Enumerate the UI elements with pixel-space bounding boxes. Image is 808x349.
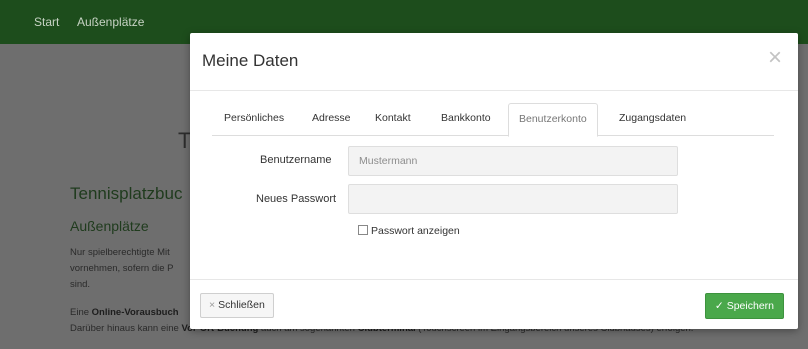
nav-start-link[interactable]: Start — [34, 15, 59, 29]
tab-bar: Persönliches Adresse Kontakt Bankkonto B… — [212, 103, 774, 137]
paragraph-line: Nur spielberechtigte Mit — [70, 247, 170, 258]
new-password-label: Neues Passwort — [256, 193, 337, 205]
dialog-header: Meine Daten × — [190, 33, 798, 91]
show-password-checkbox[interactable] — [358, 225, 368, 235]
tab-bank-account[interactable]: Bankkonto — [441, 112, 491, 124]
dialog-title: Meine Daten — [202, 51, 299, 70]
page-subtitle: Außenplätze — [70, 218, 149, 234]
tab-access-data[interactable]: Zugangsdaten — [619, 112, 686, 124]
my-data-dialog: Meine Daten × Persönliches Adresse Konta… — [190, 33, 798, 329]
show-password-label: Passwort anzeigen — [371, 225, 460, 237]
new-password-field[interactable] — [348, 184, 678, 214]
tab-address[interactable]: Adresse — [312, 112, 351, 124]
paragraph-text: Eine — [70, 307, 92, 318]
page-title: Tennisplatzbuc — [70, 184, 183, 203]
paragraph-line: vornehmen, sofern die P — [70, 263, 174, 274]
username-label: Benutzername — [260, 154, 332, 166]
paragraph-bold-text: Online-Vorausbuch — [91, 307, 179, 318]
tab-personal[interactable]: Persönliches — [224, 112, 284, 124]
username-field[interactable]: Mustermann — [348, 146, 678, 176]
dialog-footer: × Schließen ✓ Speichern — [190, 279, 798, 329]
save-button-label: Speichern — [726, 300, 774, 312]
nav-outdoor-courts-link[interactable]: Außenplätze — [77, 15, 144, 29]
close-icon[interactable]: × — [762, 45, 788, 71]
paragraph-line: Eine Online-Vorausbuch — [70, 305, 179, 321]
close-button-label: Schließen — [218, 299, 265, 311]
tab-user-account[interactable]: Benutzerkonto — [508, 103, 598, 137]
close-button[interactable]: × Schließen — [200, 293, 274, 318]
paragraph-text: Darüber hinaus kann eine — [70, 323, 182, 334]
checkmark-icon: ✓ — [714, 300, 724, 312]
save-button[interactable]: ✓ Speichern — [704, 293, 784, 319]
close-small-icon: × — [209, 299, 216, 311]
show-password-toggle[interactable]: Passwort anzeigen — [358, 225, 460, 237]
paragraph-line: sind. — [70, 279, 91, 290]
tab-contact[interactable]: Kontakt — [375, 112, 411, 124]
